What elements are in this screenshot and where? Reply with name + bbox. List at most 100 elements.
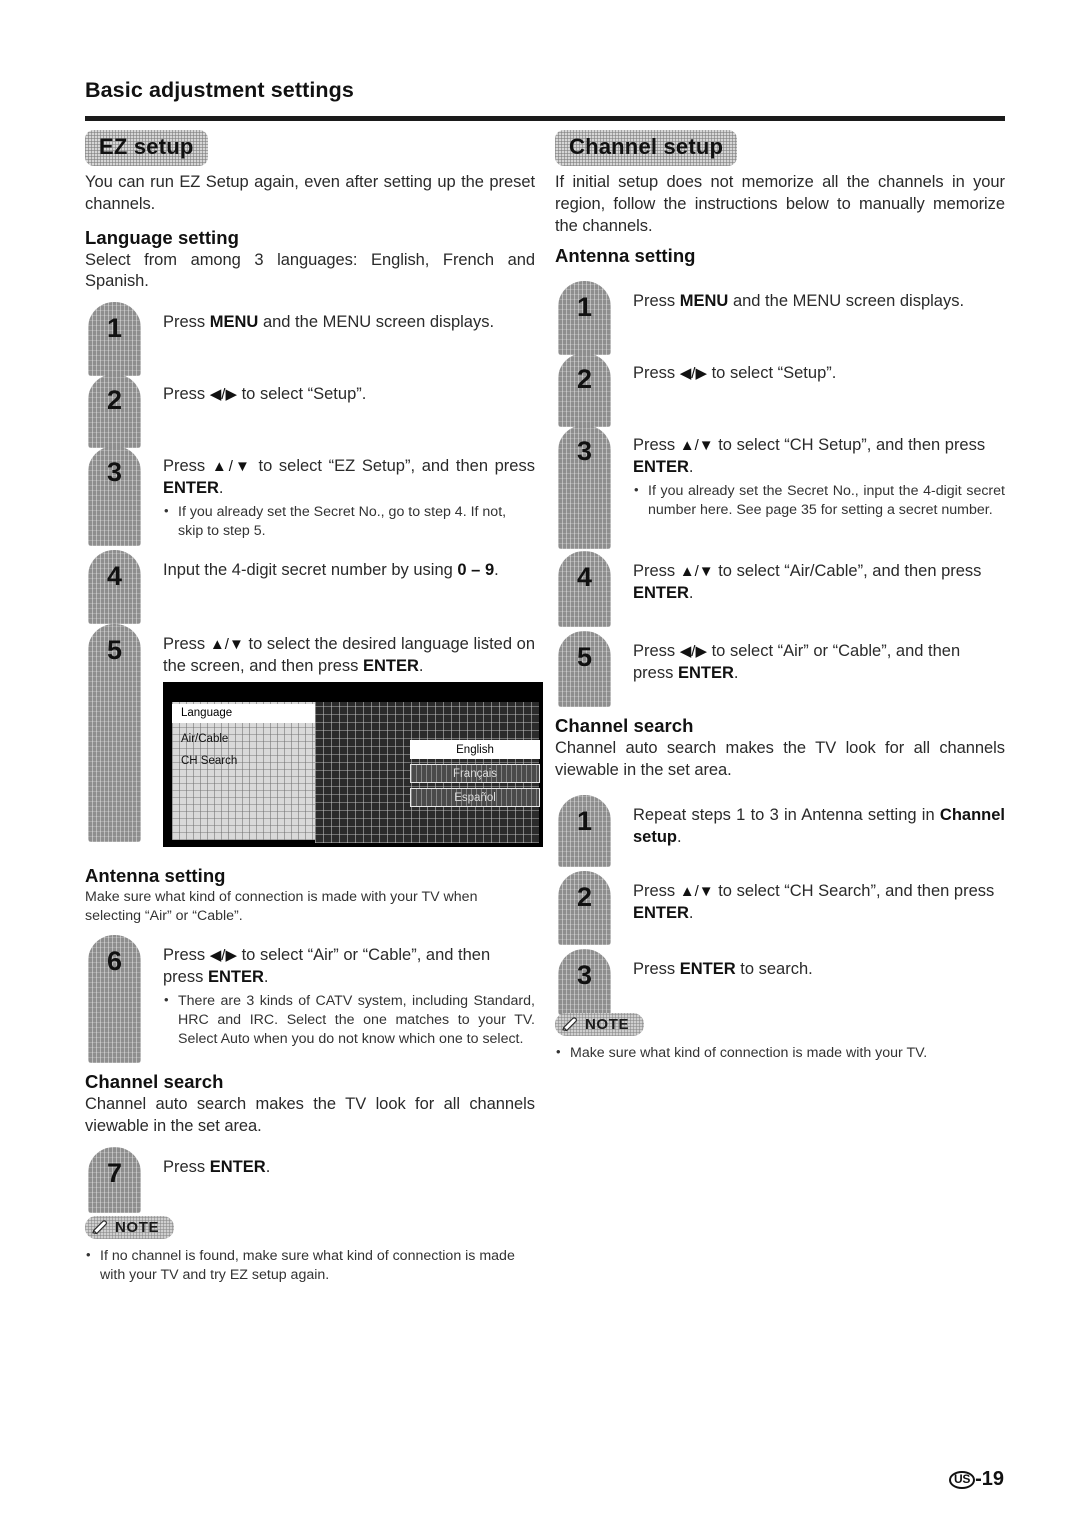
step-text-bold: ENTER	[633, 904, 689, 923]
step-item: 5 Press ▲/▼ to select the desired langua…	[85, 624, 543, 847]
right-column: Channel setup If initial setup does not …	[555, 130, 1005, 1063]
channel-setup-intro: If initial setup does not memorize all t…	[555, 172, 1005, 235]
step-text-part: Press	[163, 635, 210, 654]
step-text-part: .	[677, 828, 682, 847]
step-number-badge: 5	[558, 631, 611, 708]
step-number: 2	[576, 364, 593, 395]
region-badge: US	[949, 1471, 976, 1489]
step-text: Press MENU and the MENU screen displays.	[633, 281, 1005, 313]
step-text-part: Press	[163, 1158, 210, 1177]
step-text-part: Press	[633, 642, 680, 661]
step-number-badge: 4	[558, 551, 611, 628]
step-text-part: to select “EZ Setup”, and then press	[251, 457, 535, 476]
step-text: Press ENTER to search.	[633, 949, 1005, 981]
step-item: 6 Press ◀/▶ to select “Air” or “Cable”, …	[85, 935, 535, 1064]
step-number: 6	[106, 946, 123, 977]
step-number-badge: 4	[88, 550, 141, 625]
note-label: NOTE	[585, 1016, 630, 1034]
step-item: 7 Press ENTER.	[85, 1147, 535, 1214]
step-text: Press ENTER.	[163, 1147, 535, 1179]
step-text-part: Repeat steps 1 to 3 in Antenna setting i…	[633, 806, 940, 825]
step-bullet: If you already set the Secret No., input…	[633, 481, 1005, 520]
step-number-badge: 6	[88, 935, 141, 1064]
step-number: 4	[576, 562, 593, 593]
step-text: Press MENU and the MENU screen displays.	[163, 302, 535, 334]
left-column: EZ setup You can run EZ Setup again, eve…	[85, 130, 543, 1285]
step-text-part: .	[218, 479, 224, 498]
step-item: 2 Press ◀/▶ to select “Setup”.	[555, 353, 1005, 428]
manual-page: Basic adjustment settings EZ setup You c…	[0, 0, 1080, 1532]
heading-antenna-setting-right: Antenna setting	[555, 245, 696, 267]
antenna-setting-steps-right: 1 Press MENU and the MENU screen display…	[555, 281, 1005, 708]
step-item: 4 Input the 4-digit secret number by usi…	[85, 550, 535, 625]
step-item: 2 Press ▲/▼ to select “CH Search”, and t…	[555, 871, 1005, 946]
step-text: Press ◀/▶ to select “Setup”.	[163, 374, 535, 406]
up-down-arrows-icon: ▲/▼	[679, 883, 714, 901]
step-text-part: to select “CH Search”, and then press	[713, 882, 995, 901]
step-item: 1 Repeat steps 1 to 3 in Antenna setting…	[555, 795, 1005, 868]
step-text-part: Press	[163, 313, 210, 332]
step-text: Press ◀/▶ to select “Air” or “Cable”, an…	[633, 631, 1005, 685]
step-text-part: Press	[633, 364, 680, 383]
step-text-bold: MENU	[209, 313, 259, 332]
step-text: Press ◀/▶ to select “Air” or “Cable”, an…	[163, 935, 535, 1048]
tv-menu-item-ch-search: CH Search	[181, 754, 238, 767]
step-text-part: Input the 4-digit secret number by using	[163, 561, 458, 580]
note-bullet-right: Make sure what kind of connection is mad…	[555, 1043, 1020, 1063]
heading-antenna-setting-left: Antenna setting	[85, 864, 226, 886]
step-number: 1	[106, 313, 123, 344]
step-text-part: .	[263, 968, 269, 987]
step-bullet: If you already set the Secret No., go to…	[163, 502, 535, 541]
page-title: Basic adjustment settings	[85, 78, 354, 102]
step-text-part: Press	[633, 882, 680, 901]
step-text-part: .	[688, 904, 694, 923]
tv-menu-screenshot: Language Air/Cable CH Search English Fra…	[163, 681, 543, 847]
up-down-arrows-icon: ▲/▼	[679, 437, 714, 455]
step-text-bold: ENTER	[633, 584, 689, 603]
language-setting-steps: 1 Press MENU and the MENU screen display…	[85, 302, 543, 847]
step-text-part: and the MENU screen displays.	[258, 313, 495, 332]
step-text-part: to select “CH Setup”, and then press	[713, 436, 986, 455]
step-number-badge: 1	[558, 281, 611, 356]
step-text: Press ▲/▼ to select the desired language…	[163, 624, 543, 847]
step-text-part: .	[265, 1158, 271, 1177]
tv-menu-item-language: Language	[172, 703, 315, 723]
step-number: 5	[576, 642, 593, 673]
step-text-part: Press	[163, 385, 210, 404]
step-number-badge: 5	[88, 624, 141, 843]
step-number: 2	[576, 882, 593, 913]
step-text-part: .	[688, 458, 694, 477]
up-down-arrows-icon: ▲/▼	[679, 563, 714, 581]
step-text-bold: ENTER	[679, 960, 736, 979]
step-text-part: Press	[633, 562, 680, 581]
page-number: -19	[975, 1468, 1004, 1490]
step-number-badge: 3	[558, 949, 611, 1016]
step-number-badge: 2	[558, 871, 611, 946]
title-divider	[85, 116, 1005, 121]
step-item: 3 Press ENTER to search.	[555, 949, 1005, 1016]
heading-channel-search-right: Channel search	[555, 715, 694, 737]
left-right-arrows-icon: ◀/▶	[209, 947, 238, 965]
step-text-part: Press	[163, 457, 212, 476]
step-text-bold: ENTER	[677, 664, 734, 683]
step-text-part: .	[418, 657, 424, 676]
language-setting-intro: Select from among 3 languages: English, …	[85, 250, 535, 291]
step-item: 3 Press ▲/▼ to select “EZ Setup”, and th…	[85, 446, 535, 547]
step-item: 1 Press MENU and the MENU screen display…	[555, 281, 1005, 356]
tv-screenshot-topbar	[163, 681, 543, 702]
tv-option-english: English	[410, 739, 540, 759]
tv-menu-left-panel: Language Air/Cable CH Search	[172, 701, 315, 840]
step-text-part: to select “Setup”.	[237, 385, 367, 404]
step-text-part: Press	[163, 946, 210, 965]
step-number-badge: 3	[558, 425, 611, 550]
note-bullet-left: If no channel is found, make sure what k…	[85, 1246, 540, 1285]
section-heading-ez-setup: EZ setup	[85, 130, 208, 166]
channel-search-steps-right: 1 Repeat steps 1 to 3 in Antenna setting…	[555, 795, 1005, 1016]
step-item: 1 Press MENU and the MENU screen display…	[85, 302, 535, 377]
channel-search-intro-right: Channel auto search makes the TV look fo…	[555, 739, 1005, 780]
step-text: Press ◀/▶ to select “Setup”.	[633, 353, 1005, 385]
step-text-part: Press	[633, 960, 680, 979]
step-item: 2 Press ◀/▶ to select “Setup”.	[85, 374, 535, 449]
tv-option-espanol: Español	[410, 787, 540, 807]
up-down-arrows-icon: ▲/▼	[209, 636, 244, 654]
